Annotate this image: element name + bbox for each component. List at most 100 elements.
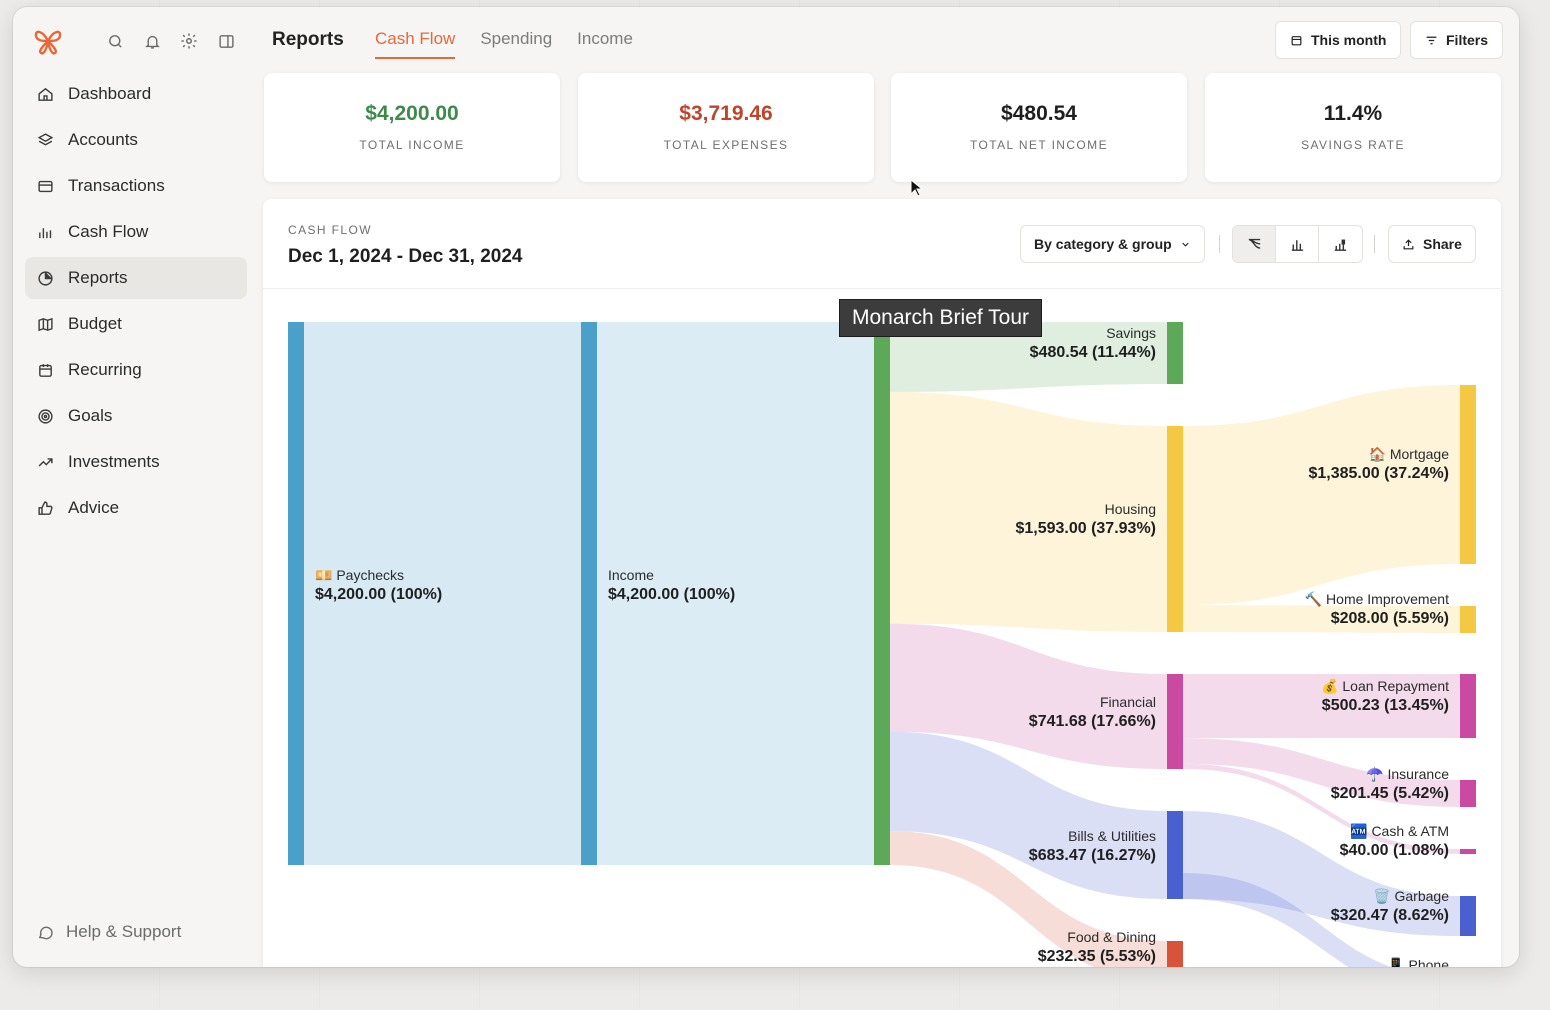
sankey-node-mortgage[interactable] — [1460, 385, 1476, 564]
sankey-node-housing[interactable] — [1167, 426, 1183, 632]
target-icon — [38, 408, 53, 424]
sankey-label-loan: 💰 Loan Repayment $500.23 (13.45%) — [1321, 676, 1449, 716]
sankey-label-income: Income $4,200.00 (100%) — [608, 565, 735, 605]
sidebar-item-transactions[interactable]: Transactions — [25, 165, 247, 207]
chat-bubble-icon — [38, 926, 53, 939]
sankey-label-name: 🏠 Mortgage — [1368, 446, 1449, 462]
sankey-node-cash[interactable] — [1460, 849, 1476, 854]
report-tabs: Cash Flow Spending Income — [375, 29, 633, 59]
sidebar-item-label: Cash Flow — [68, 222, 149, 241]
stat-value: $480.54 — [1001, 102, 1077, 125]
sankey-node-homeimp[interactable] — [1460, 606, 1476, 633]
sankey-node-total[interactable] — [874, 322, 890, 865]
sankey-label-amount: $500.23 (13.45%) — [1321, 697, 1449, 714]
sidebar-item-recurring[interactable]: Recurring — [25, 349, 247, 391]
search-icon[interactable] — [103, 29, 127, 53]
help-label: Help & Support — [66, 922, 182, 941]
sidebar: Dashboard Accounts Transactions Cash Flo… — [13, 7, 263, 967]
sidebar-item-investments[interactable]: Investments — [25, 441, 247, 483]
sankey-node-savings[interactable] — [1167, 322, 1183, 384]
tab-cash-flow[interactable]: Cash Flow — [375, 29, 456, 59]
stat-card-total-expenses: $3,719.46 TOTAL EXPENSES — [578, 73, 874, 182]
this-month-button[interactable]: This month — [1275, 21, 1402, 59]
sankey-label-name: 💰 Loan Repayment — [1321, 678, 1449, 694]
sankey-node-loan[interactable] — [1460, 674, 1476, 738]
sidebar-toggle-icon[interactable] — [214, 29, 238, 53]
sidebar-item-label: Budget — [68, 314, 122, 333]
sankey-label-name: Income — [608, 567, 654, 583]
sankey-label-name: Food & Dining — [1067, 929, 1156, 945]
stat-value: $4,200.00 — [365, 102, 459, 125]
sidebar-item-label: Advice — [68, 498, 120, 517]
sankey-node-insurance[interactable] — [1460, 780, 1476, 807]
stat-value: $3,719.46 — [679, 102, 773, 125]
sidebar-nav: Dashboard Accounts Transactions Cash Flo… — [25, 73, 247, 533]
sankey-label-name: 🗑️ Garbage — [1373, 888, 1449, 904]
sankey-label-cash: 🏧 Cash & ATM $40.00 (1.08%) — [1340, 821, 1449, 861]
sankey-label-homeimp: 🔨 Home Improvement $208.00 (5.59%) — [1305, 589, 1449, 629]
sankey-label-insurance: ☂️ Insurance $201.45 (5.42%) — [1331, 764, 1449, 804]
calendar-icon — [1291, 35, 1302, 45]
stat-label: SAVINGS RATE — [1301, 138, 1405, 152]
stat-label: TOTAL NET INCOME — [970, 138, 1108, 152]
sankey-label-amount: $741.68 (17.66%) — [1028, 713, 1156, 730]
sankey-label-savings: Savings $480.54 (11.44%) — [1030, 323, 1156, 363]
sidebar-item-accounts[interactable]: Accounts — [25, 119, 247, 161]
sidebar-item-dashboard[interactable]: Dashboard — [25, 73, 247, 115]
sidebar-item-advice[interactable]: Advice — [25, 487, 247, 529]
sankey-node-financial[interactable] — [1167, 674, 1183, 769]
stat-value: 11.4% — [1323, 102, 1383, 125]
sidebar-item-reports[interactable]: Reports — [25, 257, 247, 299]
sankey-label-name: 🏧 Cash & ATM — [1350, 823, 1449, 839]
sankey-label-name: Housing — [1104, 501, 1156, 517]
sankey-node-bills[interactable] — [1167, 811, 1183, 899]
help-support-link[interactable]: Help & Support — [37, 922, 181, 942]
stat-card-total-income: $4,200.00 TOTAL INCOME — [264, 73, 560, 182]
sankey-label-amount: $40.00 (1.08%) — [1339, 842, 1449, 859]
stat-label: TOTAL INCOME — [359, 138, 465, 152]
credit-card-icon — [38, 180, 53, 192]
sidebar-item-cash-flow[interactable]: Cash Flow — [25, 211, 247, 253]
monarch-logo-icon[interactable] — [33, 27, 63, 55]
filter-icon — [1426, 36, 1437, 44]
sankey-label-name: 🔨 Home Improvement — [1304, 591, 1449, 607]
stat-card-savings-rate: 11.4% SAVINGS RATE — [1205, 73, 1501, 182]
sankey-link-housing-mortgage[interactable] — [1183, 385, 1460, 606]
trending-up-icon — [38, 457, 53, 467]
calendar-icon — [39, 363, 52, 377]
sankey-label-amount: $1,593.00 (37.93%) — [1015, 520, 1156, 537]
sankey-label-mortgage: 🏠 Mortgage $1,385.00 (37.24%) — [1308, 444, 1449, 484]
filters-button[interactable]: Filters — [1410, 21, 1504, 59]
sidebar-item-label: Transactions — [68, 176, 165, 195]
bell-icon[interactable] — [140, 29, 164, 53]
sankey-label-amount: $4,200.00 (100%) — [608, 586, 736, 603]
sankey-node-income[interactable] — [581, 322, 597, 865]
stat-label: TOTAL EXPENSES — [663, 138, 789, 152]
sankey-label-name: Financial — [1099, 694, 1156, 710]
sankey-label-financial: Financial $741.68 (17.66%) — [1029, 692, 1156, 732]
sankey-label-amount: $320.47 (8.62%) — [1330, 907, 1449, 924]
sankey-node-food[interactable] — [1167, 941, 1183, 967]
page-title: Reports — [272, 29, 344, 50]
sidebar-item-budget[interactable]: Budget — [25, 303, 247, 345]
sidebar-item-label: Investments — [68, 452, 160, 471]
sankey-label-amount: $208.00 (5.59%) — [1330, 610, 1449, 627]
app-window: Dashboard Accounts Transactions Cash Flo… — [13, 7, 1519, 967]
tab-income[interactable]: Income — [577, 29, 633, 59]
sidebar-item-label: Accounts — [68, 130, 138, 149]
gear-icon[interactable] — [177, 29, 201, 53]
sankey-label-bills: Bills & Utilities $683.47 (16.27%) — [1029, 826, 1156, 866]
bar-chart-icon — [39, 227, 52, 238]
sidebar-item-goals[interactable]: Goals — [25, 395, 247, 437]
sankey-label-paychecks: 💴 Paychecks $4,200.00 (100%) — [315, 565, 442, 605]
sankey-label-garbage: 🗑️ Garbage $320.47 (8.62%) — [1331, 886, 1449, 926]
this-month-label: This month — [1311, 32, 1387, 48]
tab-spending[interactable]: Spending — [480, 29, 552, 59]
sankey-node-paychecks[interactable] — [288, 322, 304, 865]
sankey-node-garbage[interactable] — [1460, 896, 1476, 936]
sidebar-item-label: Dashboard — [68, 84, 152, 103]
filters-label: Filters — [1446, 32, 1489, 48]
stat-card-net-income: $480.54 TOTAL NET INCOME — [891, 73, 1187, 182]
mouse-cursor-icon — [910, 179, 922, 197]
sankey-label-name: Bills & Utilities — [1068, 828, 1156, 844]
